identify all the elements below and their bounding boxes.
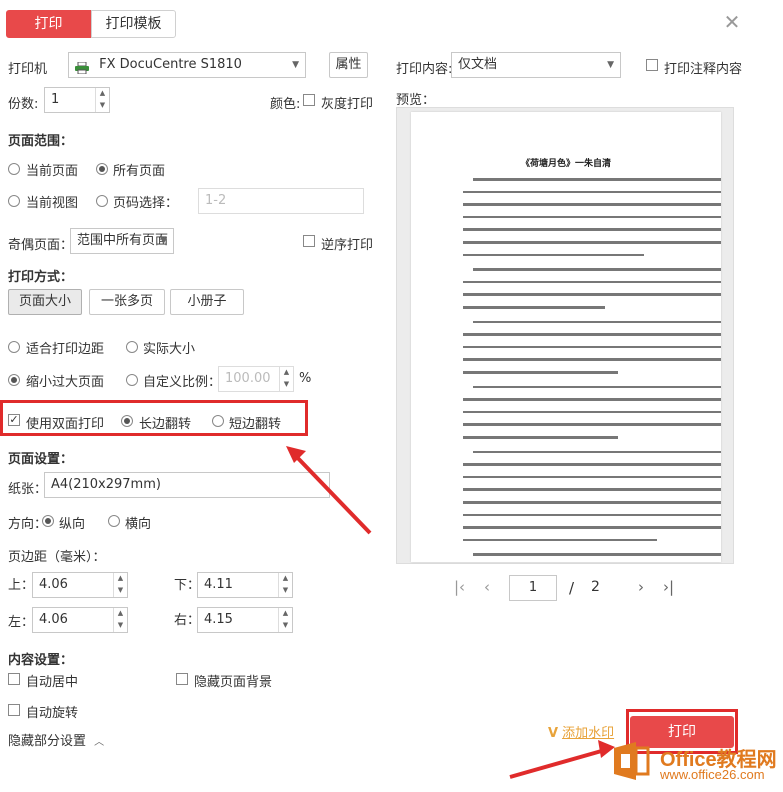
office-logo-icon (610, 740, 652, 782)
arrow-head-duplex (286, 446, 306, 463)
annotation-arrows (286, 446, 615, 779)
watermark-url: www.office26.com (660, 767, 765, 782)
arrow-to-print (509, 748, 606, 779)
arrow-to-duplex (290, 450, 372, 535)
